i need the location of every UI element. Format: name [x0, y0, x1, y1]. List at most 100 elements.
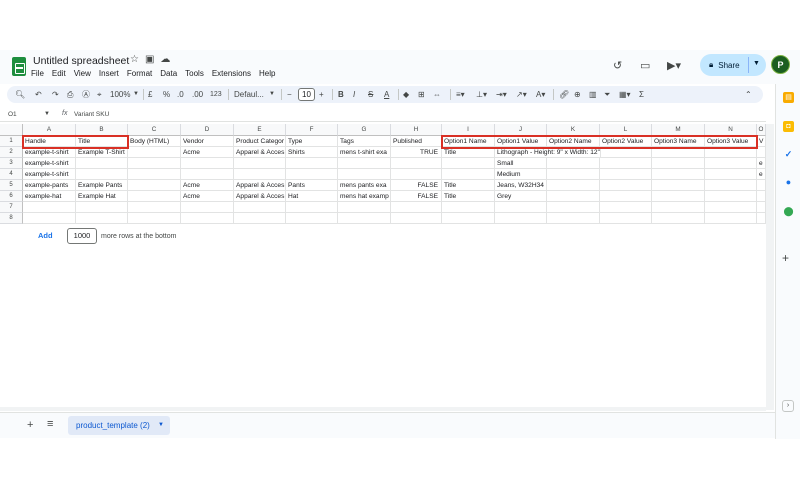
cell-h5[interactable]: FALSE: [391, 180, 442, 191]
cell-c6[interactable]: [128, 191, 181, 202]
row-header-6[interactable]: 6: [0, 191, 23, 202]
cell-o8[interactable]: [757, 213, 766, 224]
name-box[interactable]: O1: [8, 111, 17, 118]
cell-f8[interactable]: [286, 213, 338, 224]
menu-file[interactable]: File: [31, 69, 44, 78]
cell-e1[interactable]: Product Categor: [234, 136, 286, 147]
italic-icon[interactable]: I: [353, 89, 355, 100]
contacts-icon[interactable]: ●: [783, 177, 794, 188]
sheets-logo-icon[interactable]: [12, 57, 26, 76]
cell-h8[interactable]: [391, 213, 442, 224]
column-header-l[interactable]: L: [600, 124, 652, 136]
cell-n7[interactable]: [705, 202, 757, 213]
cell-g5[interactable]: mens pants exa: [338, 180, 391, 191]
cell-j1[interactable]: Option1 Value: [495, 136, 547, 147]
select-all-corner[interactable]: [0, 124, 23, 136]
avatar[interactable]: P: [771, 55, 790, 74]
horizontal-align-icon[interactable]: ≡▾: [456, 89, 465, 100]
column-header-c[interactable]: C: [128, 124, 181, 136]
cell-n8[interactable]: [705, 213, 757, 224]
cell-a3[interactable]: example-t-shirt: [23, 158, 76, 169]
cell-a7[interactable]: [23, 202, 76, 213]
vertical-scrollbar[interactable]: [766, 124, 774, 410]
cell-k5[interactable]: [547, 180, 600, 191]
bold-button[interactable]: B: [338, 89, 344, 100]
cell-m7[interactable]: [652, 202, 705, 213]
cell-b1[interactable]: Title: [76, 136, 128, 147]
get-addons-icon[interactable]: +: [782, 251, 789, 265]
cell-k1[interactable]: Option2 Name: [547, 136, 600, 147]
cell-l1[interactable]: Option2 Value: [600, 136, 652, 147]
cell-o7[interactable]: [757, 202, 766, 213]
cell-o3[interactable]: e: [757, 158, 766, 169]
maps-icon[interactable]: ⬤: [783, 206, 794, 217]
cell-n6[interactable]: [705, 191, 757, 202]
cell-e5[interactable]: Apparel & Acces: [234, 180, 286, 191]
cell-f1[interactable]: Type: [286, 136, 338, 147]
cell-c4[interactable]: [128, 169, 181, 180]
cell-h3[interactable]: [391, 158, 442, 169]
cell-b7[interactable]: [76, 202, 128, 213]
cell-b3[interactable]: [76, 158, 128, 169]
add-sheet-icon[interactable]: +: [27, 419, 33, 431]
cell-n1[interactable]: Option3 Value: [705, 136, 757, 147]
cell-g8[interactable]: [338, 213, 391, 224]
cell-l4[interactable]: [600, 169, 652, 180]
filter-views-icon[interactable]: ▦▾: [619, 89, 631, 100]
row-header-7[interactable]: 7: [0, 202, 23, 213]
column-header-d[interactable]: D: [181, 124, 234, 136]
cell-f5[interactable]: Pants: [286, 180, 338, 191]
cell-d2[interactable]: Acme: [181, 147, 234, 158]
cell-i2[interactable]: Title: [442, 147, 495, 158]
column-header-b[interactable]: B: [76, 124, 128, 136]
font-chevron-down-icon[interactable]: ▼: [269, 89, 275, 100]
cloud-status-icon[interactable]: ☁: [160, 54, 170, 65]
undo-icon[interactable]: ↶: [35, 89, 42, 100]
cell-l6[interactable]: [600, 191, 652, 202]
cell-o5[interactable]: [757, 180, 766, 191]
cell-h1[interactable]: Published: [391, 136, 442, 147]
row-header-2[interactable]: 2: [0, 147, 23, 158]
font-size-input[interactable]: 10: [298, 88, 315, 101]
cell-f4[interactable]: [286, 169, 338, 180]
menu-data[interactable]: Data: [160, 69, 177, 78]
menu-edit[interactable]: Edit: [52, 69, 66, 78]
name-box-chevron-down-icon[interactable]: ▼: [44, 111, 50, 117]
cell-l2[interactable]: [600, 147, 652, 158]
font-family-select[interactable]: Defaul...: [234, 89, 264, 100]
cell-n3[interactable]: [705, 158, 757, 169]
search-menus-icon[interactable]: 🔍︎: [15, 89, 25, 100]
cell-d8[interactable]: [181, 213, 234, 224]
cell-c8[interactable]: [128, 213, 181, 224]
cell-l8[interactable]: [600, 213, 652, 224]
cell-g2[interactable]: mens t-shirt exa: [338, 147, 391, 158]
cell-e7[interactable]: [234, 202, 286, 213]
cell-a5[interactable]: example-pants: [23, 180, 76, 191]
decrease-decimal-button[interactable]: .0: [177, 89, 184, 100]
cell-i6[interactable]: Title: [442, 191, 495, 202]
merge-cells-icon[interactable]: ⇔: [433, 89, 441, 100]
sheet-tab-product-template[interactable]: product_template (2) ▼: [68, 416, 170, 435]
cell-n2[interactable]: [705, 147, 757, 158]
redo-icon[interactable]: ↷: [52, 89, 59, 100]
cell-i3[interactable]: [442, 158, 495, 169]
cell-e6[interactable]: Apparel & Acces: [234, 191, 286, 202]
cell-g1[interactable]: Tags: [338, 136, 391, 147]
cell-e2[interactable]: Apparel & Acces: [234, 147, 286, 158]
increase-decimal-button[interactable]: .00: [192, 89, 203, 100]
cell-m3[interactable]: [652, 158, 705, 169]
more-formats-button[interactable]: 123: [210, 89, 222, 100]
cell-n5[interactable]: [705, 180, 757, 191]
column-header-e[interactable]: E: [234, 124, 286, 136]
cell-a1[interactable]: Handle: [23, 136, 76, 147]
cell-c5[interactable]: [128, 180, 181, 191]
cell-d5[interactable]: Acme: [181, 180, 234, 191]
cell-a4[interactable]: example-t-shirt: [23, 169, 76, 180]
cell-g6[interactable]: mens hat examp: [338, 191, 391, 202]
tasks-icon[interactable]: ✓: [783, 149, 794, 160]
add-rows-count-input[interactable]: 1000: [67, 228, 97, 244]
cell-j7[interactable]: [495, 202, 547, 213]
cell-o2[interactable]: [757, 147, 766, 158]
cell-m4[interactable]: [652, 169, 705, 180]
column-header-h[interactable]: H: [391, 124, 442, 136]
